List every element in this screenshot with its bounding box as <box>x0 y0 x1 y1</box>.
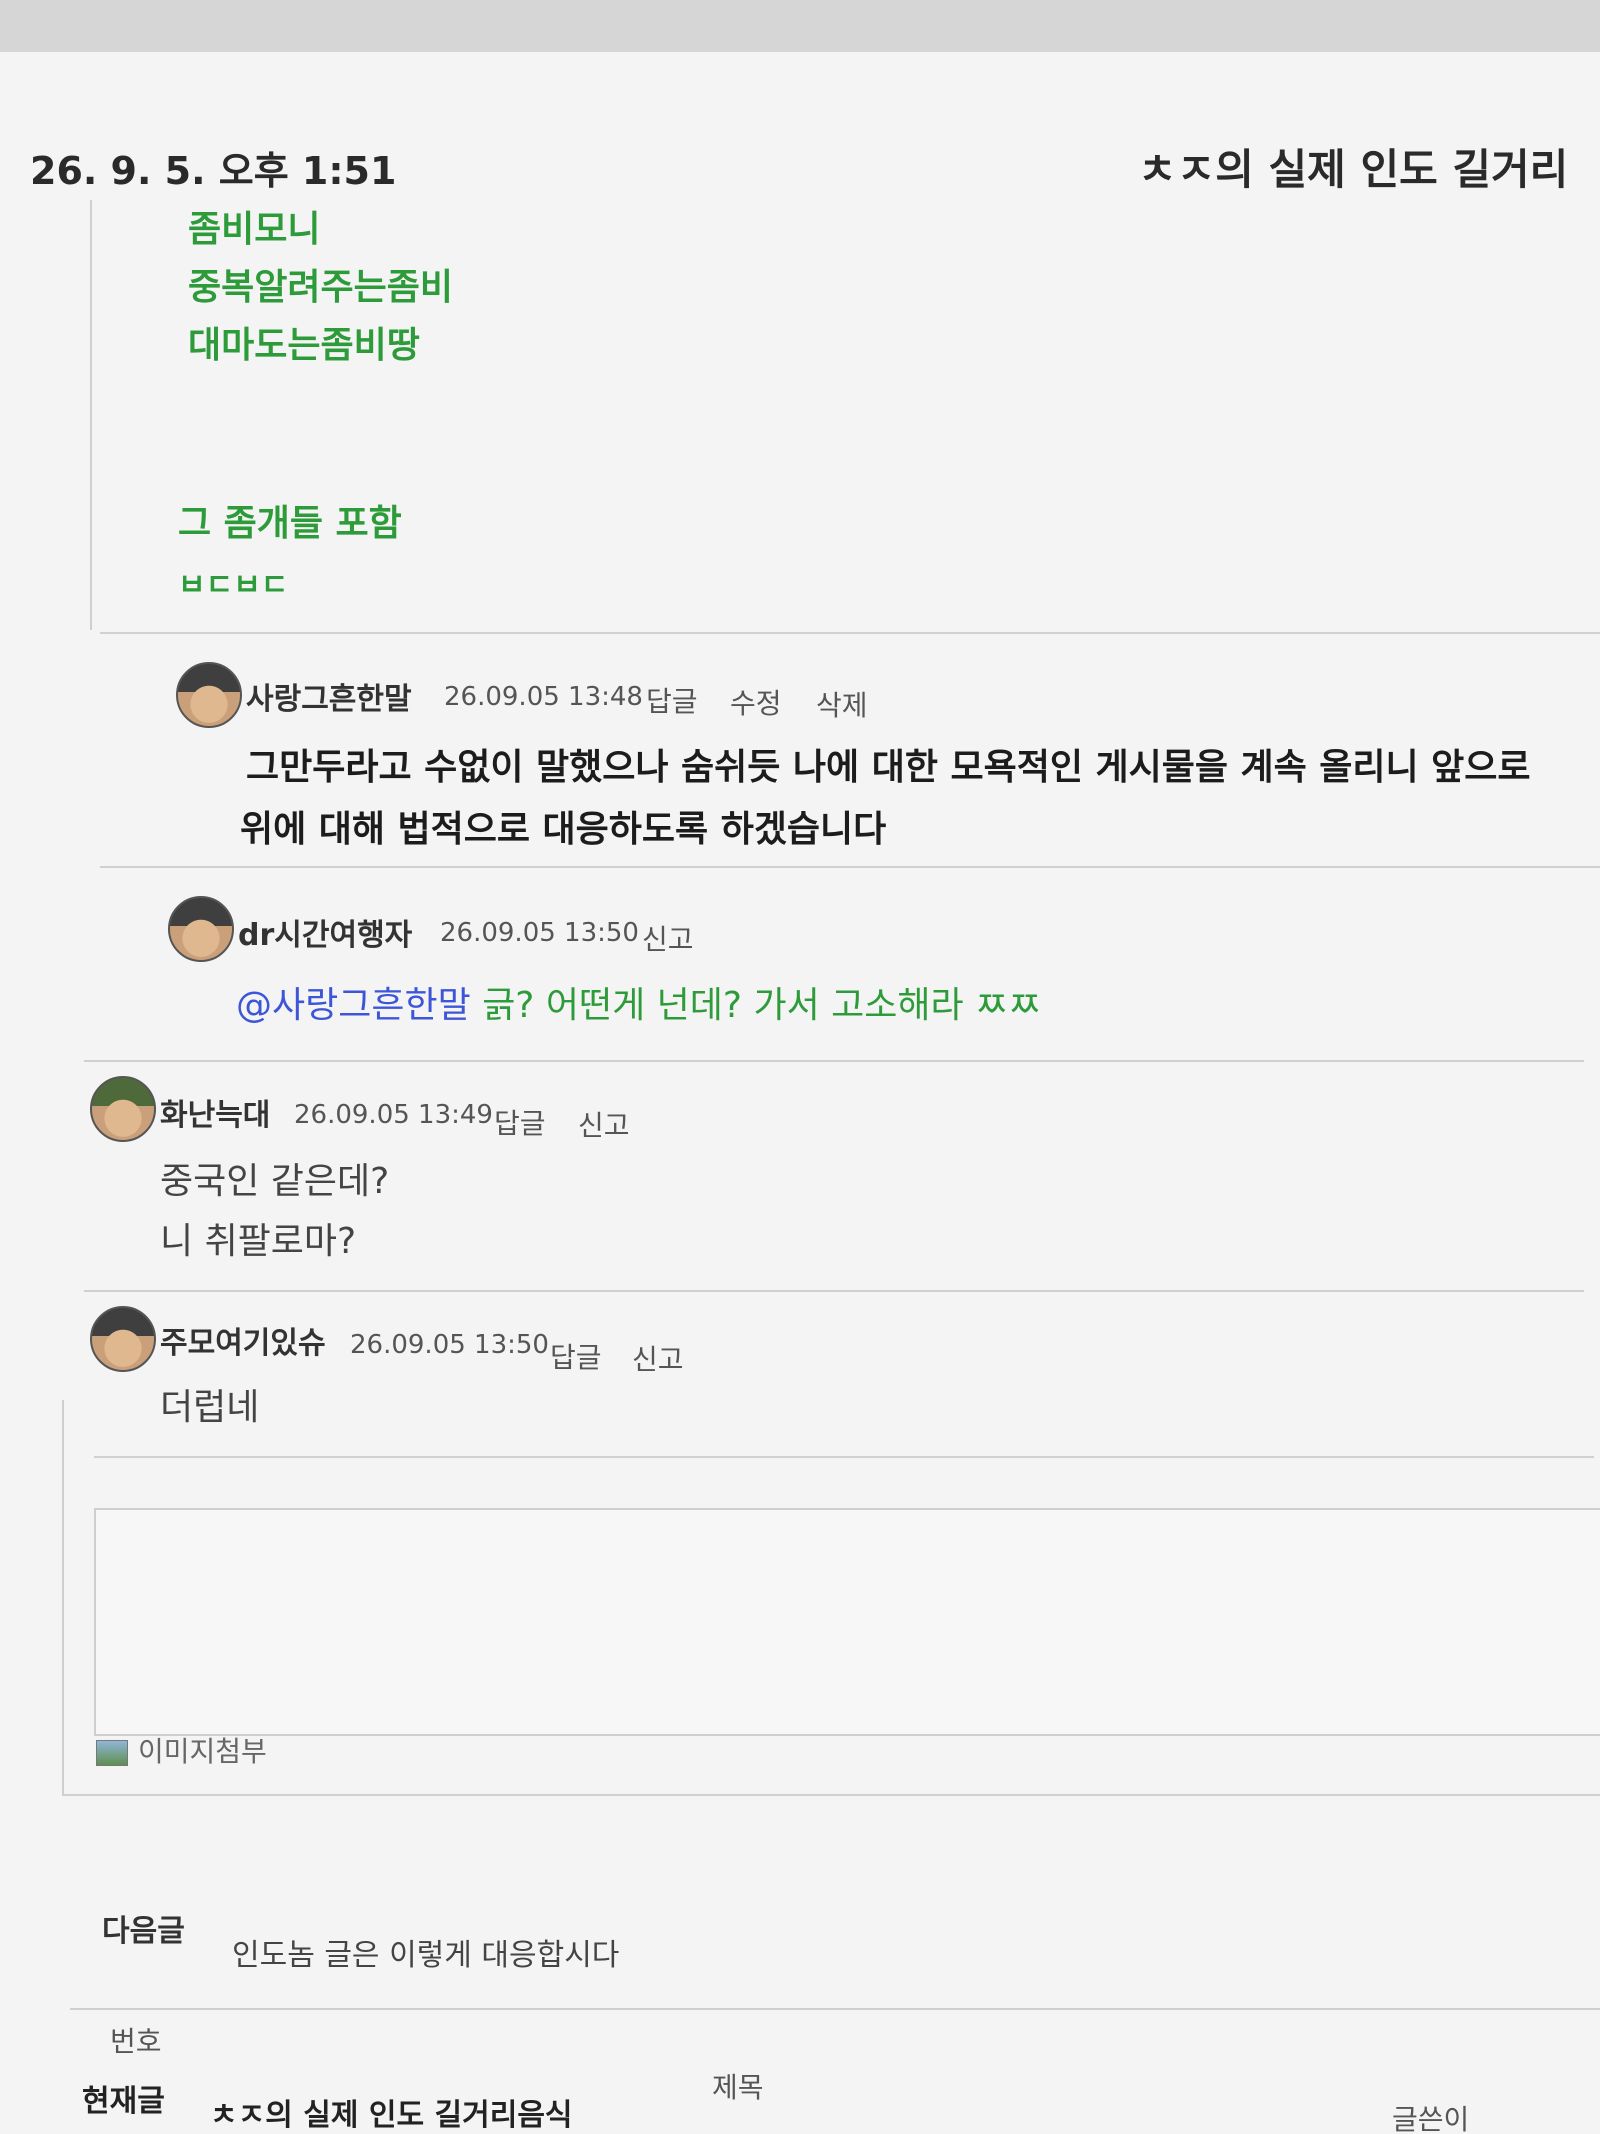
comment-datetime: 26.09.05 13:48 <box>444 682 643 712</box>
comment-text: 중국인 같은데? <box>160 1161 390 1202</box>
comment-nickname[interactable]: dr시간여행자 <box>238 910 412 954</box>
page-title: ㅊㅈ의 실제 인도 길거리 <box>1138 145 1569 194</box>
current-post-title[interactable]: ㅊㅈ의 실제 인도 길거리음식 <box>210 2090 573 2134</box>
post-line: 그 좀개들 포함 <box>178 503 402 544</box>
next-post-label: 다음글 <box>102 1914 185 1949</box>
post-line: 대마도는좀비땅 <box>188 325 420 366</box>
table-header-title: 제목 <box>712 2071 764 2104</box>
comment-datetime: 26.09.05 13:49 <box>294 1100 493 1130</box>
report-button[interactable]: 신고 <box>642 918 694 958</box>
divider <box>100 866 1600 868</box>
printed-datetime: 26. 9. 5. 오후 1:51 <box>30 149 397 193</box>
comment-nickname[interactable]: 화난늑대 <box>160 1090 270 1134</box>
avatar[interactable] <box>90 1076 156 1142</box>
post-line: ㅂㄷㅂㄷ <box>178 568 289 603</box>
post-line: 중복알려주는좀비 <box>188 267 453 308</box>
comment-text: 니 취팔로마? <box>160 1221 357 1262</box>
current-post-label: 현재글 <box>82 2084 165 2119</box>
report-button[interactable]: 신고 <box>578 1104 630 1144</box>
page: 26. 9. 5. 오후 1:51 ㅊㅈ의 실제 인도 길거리 좀비모니 중복알… <box>0 0 1600 2134</box>
avatar[interactable] <box>90 1306 156 1372</box>
comment-nickname[interactable]: 주모여기있슈 <box>160 1318 326 1362</box>
table-header-author: 글쓴이 <box>1392 2103 1470 2134</box>
comment-nickname[interactable]: 사랑그흔한말 <box>246 674 412 718</box>
comment-text: 그만두라고 수없이 말했으나 숨쉬듯 나에 대한 모욕적인 게시물을 계속 올리… <box>246 747 1531 788</box>
comment-datetime: 26.09.05 13:50 <box>350 1330 549 1360</box>
divider <box>84 1060 1584 1062</box>
mention-link[interactable]: @사랑그흔한말 <box>236 985 471 1026</box>
divider <box>100 632 1600 634</box>
post-line: 좀비모니 <box>188 209 321 250</box>
delete-button[interactable]: 삭제 <box>816 684 868 724</box>
avatar[interactable] <box>176 662 242 728</box>
edit-button[interactable]: 수정 <box>730 682 782 722</box>
report-button[interactable]: 신고 <box>632 1338 684 1378</box>
divider <box>84 1290 1584 1292</box>
table-header-number: 번호 <box>110 2025 162 2058</box>
image-icon <box>96 1740 128 1766</box>
next-post-link[interactable]: 인도놈 글은 이렇게 대응합시다 <box>232 1930 619 1974</box>
reply-button[interactable]: 답글 <box>646 680 698 720</box>
comment-textarea[interactable] <box>94 1508 1600 1736</box>
comment-text: 위에 대해 법적으로 대응하도록 하겠습니다 <box>240 809 887 850</box>
comment-datetime: 26.09.05 13:50 <box>440 918 639 948</box>
attach-image-label: 이미지첨부 <box>138 1735 267 1768</box>
avatar[interactable] <box>168 896 234 962</box>
divider <box>70 2008 1600 2010</box>
comment-text-body: 긁? 어떤게 넌데? 가서 고소해라 ㅉㅉ <box>482 985 1042 1026</box>
reply-button[interactable]: 답글 <box>550 1336 602 1376</box>
reply-button[interactable]: 답글 <box>494 1102 546 1142</box>
attach-image-button[interactable]: 이미지첨부 <box>96 1730 267 1770</box>
comment-text: @사랑그흔한말 긁? 어떤게 넌데? 가서 고소해라 ㅉㅉ <box>236 976 1041 1028</box>
browser-top-bar <box>0 0 1600 52</box>
